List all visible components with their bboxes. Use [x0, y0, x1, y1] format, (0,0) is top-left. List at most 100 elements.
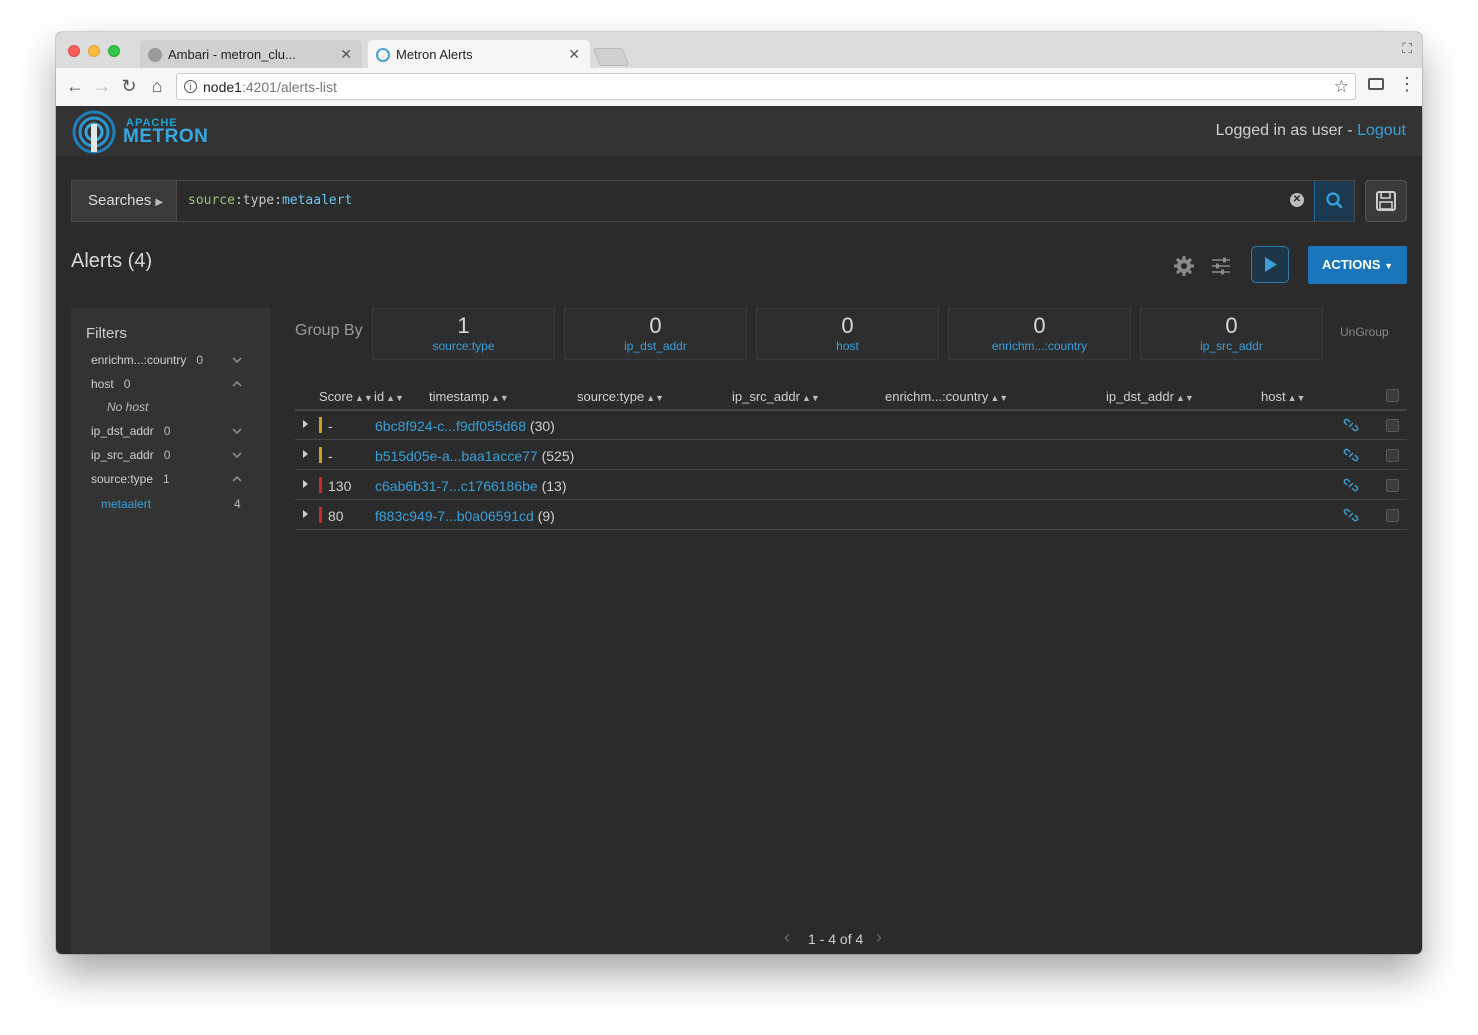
score-cell: - [328, 418, 333, 434]
logout-link[interactable]: Logout [1357, 122, 1406, 139]
alert-id-link[interactable]: b515d05e-a...baa1acce77 [375, 448, 538, 464]
expand-row-icon[interactable] [303, 510, 308, 518]
table-row[interactable]: - b515d05e-a...baa1acce77 (525) [295, 440, 1407, 470]
info-icon[interactable]: i [184, 80, 197, 93]
close-window-button[interactable] [68, 45, 80, 57]
table-row[interactable]: 80 f883c949-7...b0a06591cd (9) [295, 500, 1407, 530]
tab-ambari[interactable]: Ambari - metron_clu... ✕ [140, 40, 362, 68]
group-card-ip-src-addr[interactable]: 0 ip_src_addr [1140, 308, 1323, 360]
play-button[interactable] [1251, 246, 1289, 283]
forward-arrow-icon[interactable]: → [91, 76, 113, 96]
search-button[interactable] [1314, 181, 1354, 221]
score-color-bar [319, 417, 322, 433]
close-icon[interactable]: ✕ [340, 46, 352, 63]
caret-down-icon: ▼ [1384, 261, 1394, 271]
column-header-score[interactable]: Score ▲▼ [319, 389, 373, 404]
chevron-down-icon[interactable] [231, 450, 243, 460]
filter-label: ip_dst_addr [91, 424, 154, 438]
caret-right-icon: ▶ [155, 197, 164, 208]
chevron-down-icon[interactable] [231, 355, 243, 365]
back-arrow-icon[interactable]: ← [64, 76, 86, 96]
chevron-up-icon[interactable] [231, 379, 243, 389]
group-card-enrichm-country[interactable]: 0 enrichm...:country [948, 308, 1131, 360]
column-header-source-type[interactable]: source:type ▲▼ [577, 389, 664, 404]
alert-id-cell[interactable]: f883c949-7...b0a06591cd (9) [375, 508, 555, 524]
select-all-checkbox[interactable] [1386, 389, 1399, 402]
row-checkbox[interactable] [1386, 419, 1399, 432]
row-checkbox[interactable] [1386, 449, 1399, 462]
minimize-window-button[interactable] [88, 45, 100, 57]
sliders-icon[interactable] [1210, 256, 1232, 276]
column-header-timestamp[interactable]: timestamp ▲▼ [429, 389, 509, 404]
filter-item-ip-src-addr[interactable]: ip_src_addr 0 [91, 448, 170, 462]
clear-search-icon[interactable]: ✕ [1290, 193, 1304, 207]
filter-item-source-type[interactable]: source:type 1 [91, 472, 170, 486]
filter-item-host[interactable]: host 0 [91, 377, 130, 391]
column-header-id[interactable]: id ▲▼ [374, 389, 404, 404]
group-card-host[interactable]: 0 host [756, 308, 939, 360]
close-icon[interactable]: ✕ [568, 46, 580, 63]
unlink-icon[interactable] [1343, 417, 1359, 433]
table-row[interactable]: - 6bc8f924-c...f9df055d68 (30) [295, 410, 1407, 440]
row-checkbox[interactable] [1386, 479, 1399, 492]
filter-item-ip-dst-addr[interactable]: ip_dst_addr 0 [91, 424, 170, 438]
score-color-bar [319, 447, 322, 463]
column-label: ip_dst_addr [1106, 389, 1174, 404]
expand-row-icon[interactable] [303, 450, 308, 458]
chevron-down-icon[interactable] [231, 426, 243, 436]
alert-id-cell[interactable]: c6ab6b31-7...c1766186be (13) [375, 478, 567, 494]
actions-button[interactable]: ACTIONS ▼ [1308, 246, 1407, 284]
column-label: host [1261, 389, 1286, 404]
alert-count: (13) [541, 478, 567, 494]
alert-id-link[interactable]: c6ab6b31-7...c1766186be [375, 478, 538, 494]
bookmark-star-icon[interactable]: ☆ [1334, 77, 1349, 97]
group-card-source-type[interactable]: 1 source:type [372, 308, 555, 360]
column-label: id [374, 389, 385, 404]
filter-label: ip_src_addr [91, 448, 154, 462]
column-header-enrichm-country[interactable]: enrichm...:country ▲▼ [885, 389, 1008, 404]
unlink-icon[interactable] [1343, 507, 1359, 523]
column-label: ip_src_addr [732, 389, 800, 404]
filter-label: source:type [91, 472, 154, 486]
sort-icon: ▲▼ [1287, 393, 1306, 403]
save-search-button[interactable] [1365, 180, 1407, 222]
alert-id-cell[interactable]: 6bc8f924-c...f9df055d68 (30) [375, 418, 555, 434]
column-header-ip-dst-addr[interactable]: ip_dst_addr ▲▼ [1106, 389, 1194, 404]
cast-icon[interactable] [1368, 78, 1384, 90]
filter-value-metaalert[interactable]: metaalert [101, 497, 151, 511]
search-input[interactable]: source:type:metaalert [188, 193, 352, 208]
score-cell: - [328, 448, 333, 464]
new-tab-button[interactable] [592, 48, 630, 66]
group-card-ip-dst-addr[interactable]: 0 ip_dst_addr [564, 308, 747, 360]
searches-button[interactable]: Searches ▶ [72, 181, 177, 221]
alert-id-link[interactable]: f883c949-7...b0a06591cd [375, 508, 534, 524]
chevron-left-icon[interactable]: ‹ [784, 927, 790, 948]
chevron-right-icon[interactable]: › [876, 927, 882, 948]
chevron-up-icon[interactable] [231, 474, 243, 484]
menu-kebab-icon[interactable]: ⋮ [1398, 74, 1416, 94]
maximize-window-button[interactable] [108, 45, 120, 57]
reload-icon[interactable]: ↻ [118, 76, 140, 96]
query-value: metaalert [281, 193, 353, 208]
gear-icon[interactable] [1172, 254, 1196, 278]
score-color-bar [319, 477, 322, 493]
ungroup-button[interactable]: UnGroup [1340, 325, 1389, 339]
sort-icon: ▲▼ [354, 393, 373, 403]
tab-metron-alerts[interactable]: Metron Alerts ✕ [368, 40, 590, 68]
expand-row-icon[interactable] [303, 480, 308, 488]
home-icon[interactable]: ⌂ [146, 76, 168, 96]
column-header-host[interactable]: host ▲▼ [1261, 389, 1305, 404]
alert-id-link[interactable]: 6bc8f924-c...f9df055d68 [375, 418, 526, 434]
column-header-ip-src-addr[interactable]: ip_src_addr ▲▼ [732, 389, 820, 404]
row-checkbox[interactable] [1386, 509, 1399, 522]
unlink-icon[interactable] [1343, 447, 1359, 463]
filter-item-enrichm-country[interactable]: enrichm...:country 0 [91, 353, 203, 367]
pagination-text: 1 - 4 of 4 [808, 931, 864, 947]
expand-row-icon[interactable] [303, 420, 308, 428]
filter-count: 0 [163, 448, 171, 462]
alert-id-cell[interactable]: b515d05e-a...baa1acce77 (525) [375, 448, 574, 464]
sort-icon: ▲▼ [990, 393, 1009, 403]
table-row[interactable]: 130 c6ab6b31-7...c1766186be (13) [295, 470, 1407, 500]
unlink-icon[interactable] [1343, 477, 1359, 493]
address-bar[interactable]: i node1:4201/alerts-list ☆ [176, 73, 1356, 100]
